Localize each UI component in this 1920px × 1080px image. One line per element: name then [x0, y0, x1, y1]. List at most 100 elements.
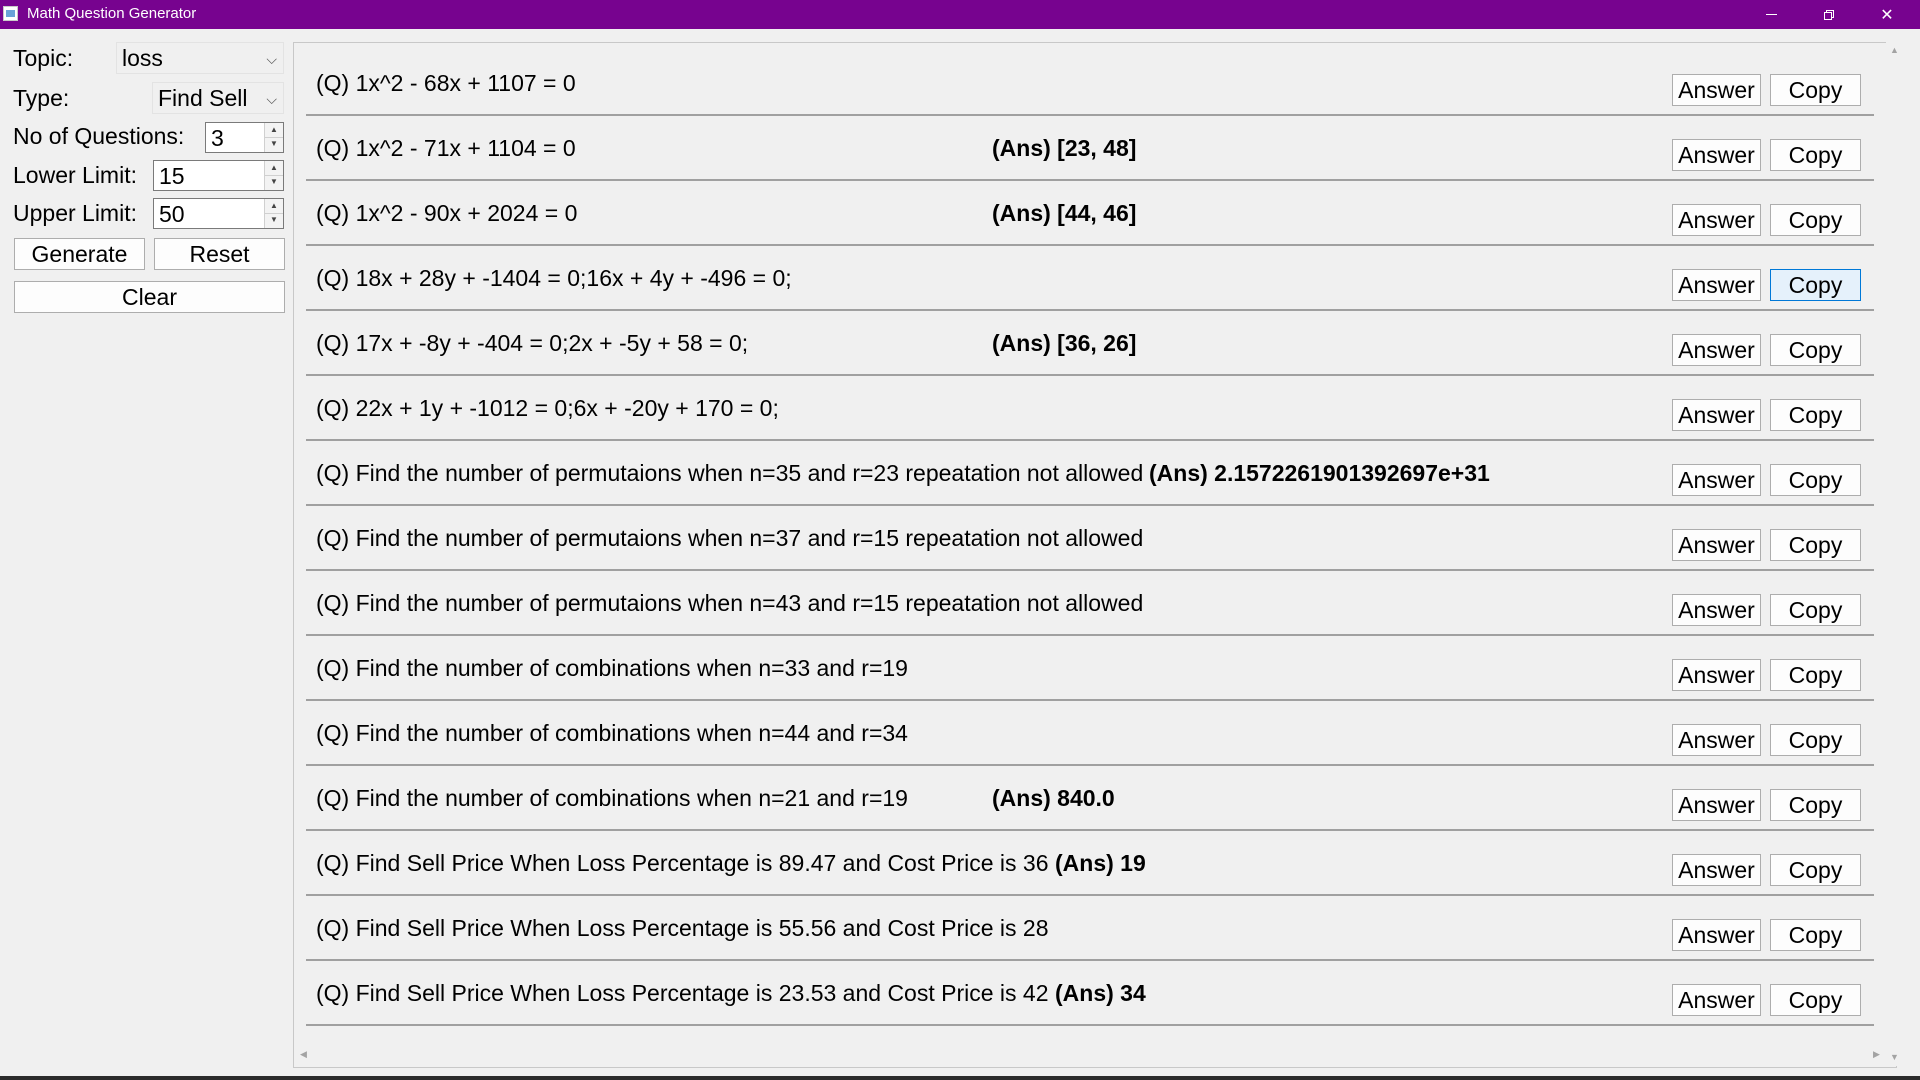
num-questions-spinbox[interactable]: 3 ▲ ▼ — [205, 122, 284, 153]
type-value: Find Sell — [158, 85, 248, 111]
spin-up-icon[interactable]: ▲ — [265, 199, 283, 214]
answer-button[interactable]: Answer — [1672, 74, 1761, 106]
answer-button[interactable]: Answer — [1672, 594, 1761, 626]
clear-button[interactable]: Clear — [14, 281, 285, 313]
answer-button[interactable]: Answer — [1672, 854, 1761, 886]
restore-icon — [1824, 9, 1834, 20]
question-text: (Q) Find the number of permutaions when … — [316, 460, 1144, 486]
copy-button[interactable]: Copy — [1770, 789, 1861, 821]
minimize-icon — [1765, 14, 1777, 15]
minimize-button[interactable] — [1742, 0, 1800, 29]
answer-text: (Ans) 2.1572261901392697e+31 — [1149, 460, 1490, 486]
answer-button[interactable]: Answer — [1672, 919, 1761, 951]
question-row: (Q) Find the number of combinations when… — [306, 765, 1874, 831]
window-title: Math Question Generator — [27, 5, 197, 22]
question-row: (Q) Find the number of combinations when… — [306, 635, 1874, 701]
topic-value: loss — [122, 45, 163, 71]
answer-button[interactable]: Answer — [1672, 984, 1761, 1016]
spin-up-icon[interactable]: ▲ — [265, 123, 283, 138]
scroll-left-icon[interactable]: ◀ — [295, 1046, 312, 1063]
copy-button[interactable]: Copy — [1770, 659, 1861, 691]
copy-button[interactable]: Copy — [1770, 854, 1861, 886]
copy-button[interactable]: Copy — [1770, 919, 1861, 951]
question-text: (Q) 18x + 28y + -1404 = 0;16x + 4y + -49… — [316, 265, 792, 291]
copy-button[interactable]: Copy — [1770, 594, 1861, 626]
answer-text: (Ans) 19 — [1055, 850, 1146, 876]
topic-select[interactable]: loss ⌵ — [116, 42, 284, 74]
row-separator — [306, 1024, 1874, 1026]
reset-button[interactable]: Reset — [154, 238, 285, 270]
lower-limit-value: 15 — [159, 163, 185, 189]
spin-down-icon[interactable]: ▼ — [265, 175, 283, 189]
app-icon — [3, 6, 18, 21]
generate-button[interactable]: Generate — [14, 238, 145, 270]
copy-button[interactable]: Copy — [1770, 334, 1861, 366]
answer-button[interactable]: Answer — [1672, 724, 1761, 756]
scroll-up-icon[interactable]: ▲ — [1886, 42, 1903, 59]
copy-button[interactable]: Copy — [1770, 399, 1861, 431]
answer-button[interactable]: Answer — [1672, 204, 1761, 236]
answer-text: (Ans) 840.0 — [992, 785, 1115, 811]
question-row: (Q) 1x^2 - 68x + 1107 = 0 Answer Copy — [306, 50, 1874, 116]
upper-limit-label: Upper Limit: — [13, 200, 137, 226]
copy-button[interactable]: Copy — [1770, 269, 1861, 301]
copy-button[interactable]: Copy — [1770, 74, 1861, 106]
question-text: (Q) 1x^2 - 71x + 1104 = 0 — [316, 135, 576, 161]
question-text: (Q) Find Sell Price When Loss Percentage… — [316, 980, 1049, 1006]
answer-button[interactable]: Answer — [1672, 464, 1761, 496]
scroll-down-icon[interactable]: ▼ — [1886, 1049, 1903, 1066]
question-text: (Q) Find the number of combinations when… — [316, 785, 908, 811]
spin-down-icon[interactable]: ▼ — [265, 213, 283, 227]
spinbox-arrows[interactable]: ▲ ▼ — [264, 123, 283, 152]
question-row: (Q) 1x^2 - 90x + 2024 = 0 (Ans) [44, 46] A… — [306, 180, 1874, 246]
answer-button[interactable]: Answer — [1672, 659, 1761, 691]
question-row: (Q) Find Sell Price When Loss Percentage… — [306, 895, 1874, 961]
question-text: (Q) 1x^2 - 68x + 1107 = 0 — [316, 70, 576, 96]
chevron-down-icon: ⌵ — [266, 51, 277, 67]
spinbox-arrows[interactable]: ▲ ▼ — [264, 199, 283, 228]
copy-button[interactable]: Copy — [1770, 139, 1861, 171]
question-row: (Q) Find the number of permutaions when … — [306, 570, 1874, 636]
title-bar: Math Question Generator ✕ — [0, 0, 1920, 29]
scroll-right-icon[interactable]: ▶ — [1868, 1046, 1885, 1063]
close-button[interactable]: ✕ — [1858, 0, 1916, 29]
copy-button[interactable]: Copy — [1770, 984, 1861, 1016]
answer-button[interactable]: Answer — [1672, 334, 1761, 366]
upper-limit-spinbox[interactable]: 50 ▲ ▼ — [153, 198, 284, 229]
copy-button[interactable]: Copy — [1770, 204, 1861, 236]
lower-limit-label: Lower Limit: — [13, 162, 137, 188]
answer-button[interactable]: Answer — [1672, 529, 1761, 561]
num-questions-value: 3 — [211, 125, 224, 151]
copy-button[interactable]: Copy — [1770, 529, 1861, 561]
answer-text: (Ans) [36, 26] — [992, 330, 1137, 356]
copy-button[interactable]: Copy — [1770, 464, 1861, 496]
answer-button[interactable]: Answer — [1672, 399, 1761, 431]
question-row: (Q) Find the number of combinations when… — [306, 700, 1874, 766]
answer-button[interactable]: Answer — [1672, 789, 1761, 821]
type-select[interactable]: Find Sell ⌵ — [152, 82, 284, 114]
question-text: (Q) Find the number of permutaions when … — [316, 590, 1144, 616]
question-text: (Q) Find the number of permutaions when … — [316, 525, 1144, 551]
question-text: (Q) 1x^2 - 90x + 2024 = 0 — [316, 200, 578, 226]
question-text: (Q) 17x + -8y + -404 = 0;2x + -5y + 58 =… — [316, 330, 749, 356]
type-label: Type: — [13, 85, 70, 111]
num-questions-label: No of Questions: — [13, 123, 185, 149]
answer-button[interactable]: Answer — [1672, 269, 1761, 301]
copy-button[interactable]: Copy — [1770, 724, 1861, 756]
question-text: (Q) Find the number of combinations when… — [316, 720, 908, 746]
horizontal-scrollbar[interactable]: ◀ ▶ — [295, 1046, 1885, 1063]
lower-limit-spinbox[interactable]: 15 ▲ ▼ — [153, 160, 284, 191]
restore-button[interactable] — [1800, 0, 1858, 29]
spinbox-arrows[interactable]: ▲ ▼ — [264, 161, 283, 190]
close-icon: ✕ — [1880, 6, 1894, 24]
question-row: (Q) Find the number of permutaions when … — [306, 440, 1874, 506]
spin-down-icon[interactable]: ▼ — [265, 137, 283, 151]
answer-button[interactable]: Answer — [1672, 139, 1761, 171]
question-row: (Q) 17x + -8y + -404 = 0;2x + -5y + 58 =… — [306, 310, 1874, 376]
vertical-scrollbar[interactable]: ▲ ▼ — [1886, 42, 1903, 1066]
spin-up-icon[interactable]: ▲ — [265, 161, 283, 176]
topic-label: Topic: — [13, 45, 74, 71]
question-text: (Q) 22x + 1y + -1012 = 0;6x + -20y + 170… — [316, 395, 779, 421]
question-row: (Q) Find Sell Price When Loss Percentage… — [306, 830, 1874, 896]
answer-text: (Ans) 34 — [1055, 980, 1146, 1006]
